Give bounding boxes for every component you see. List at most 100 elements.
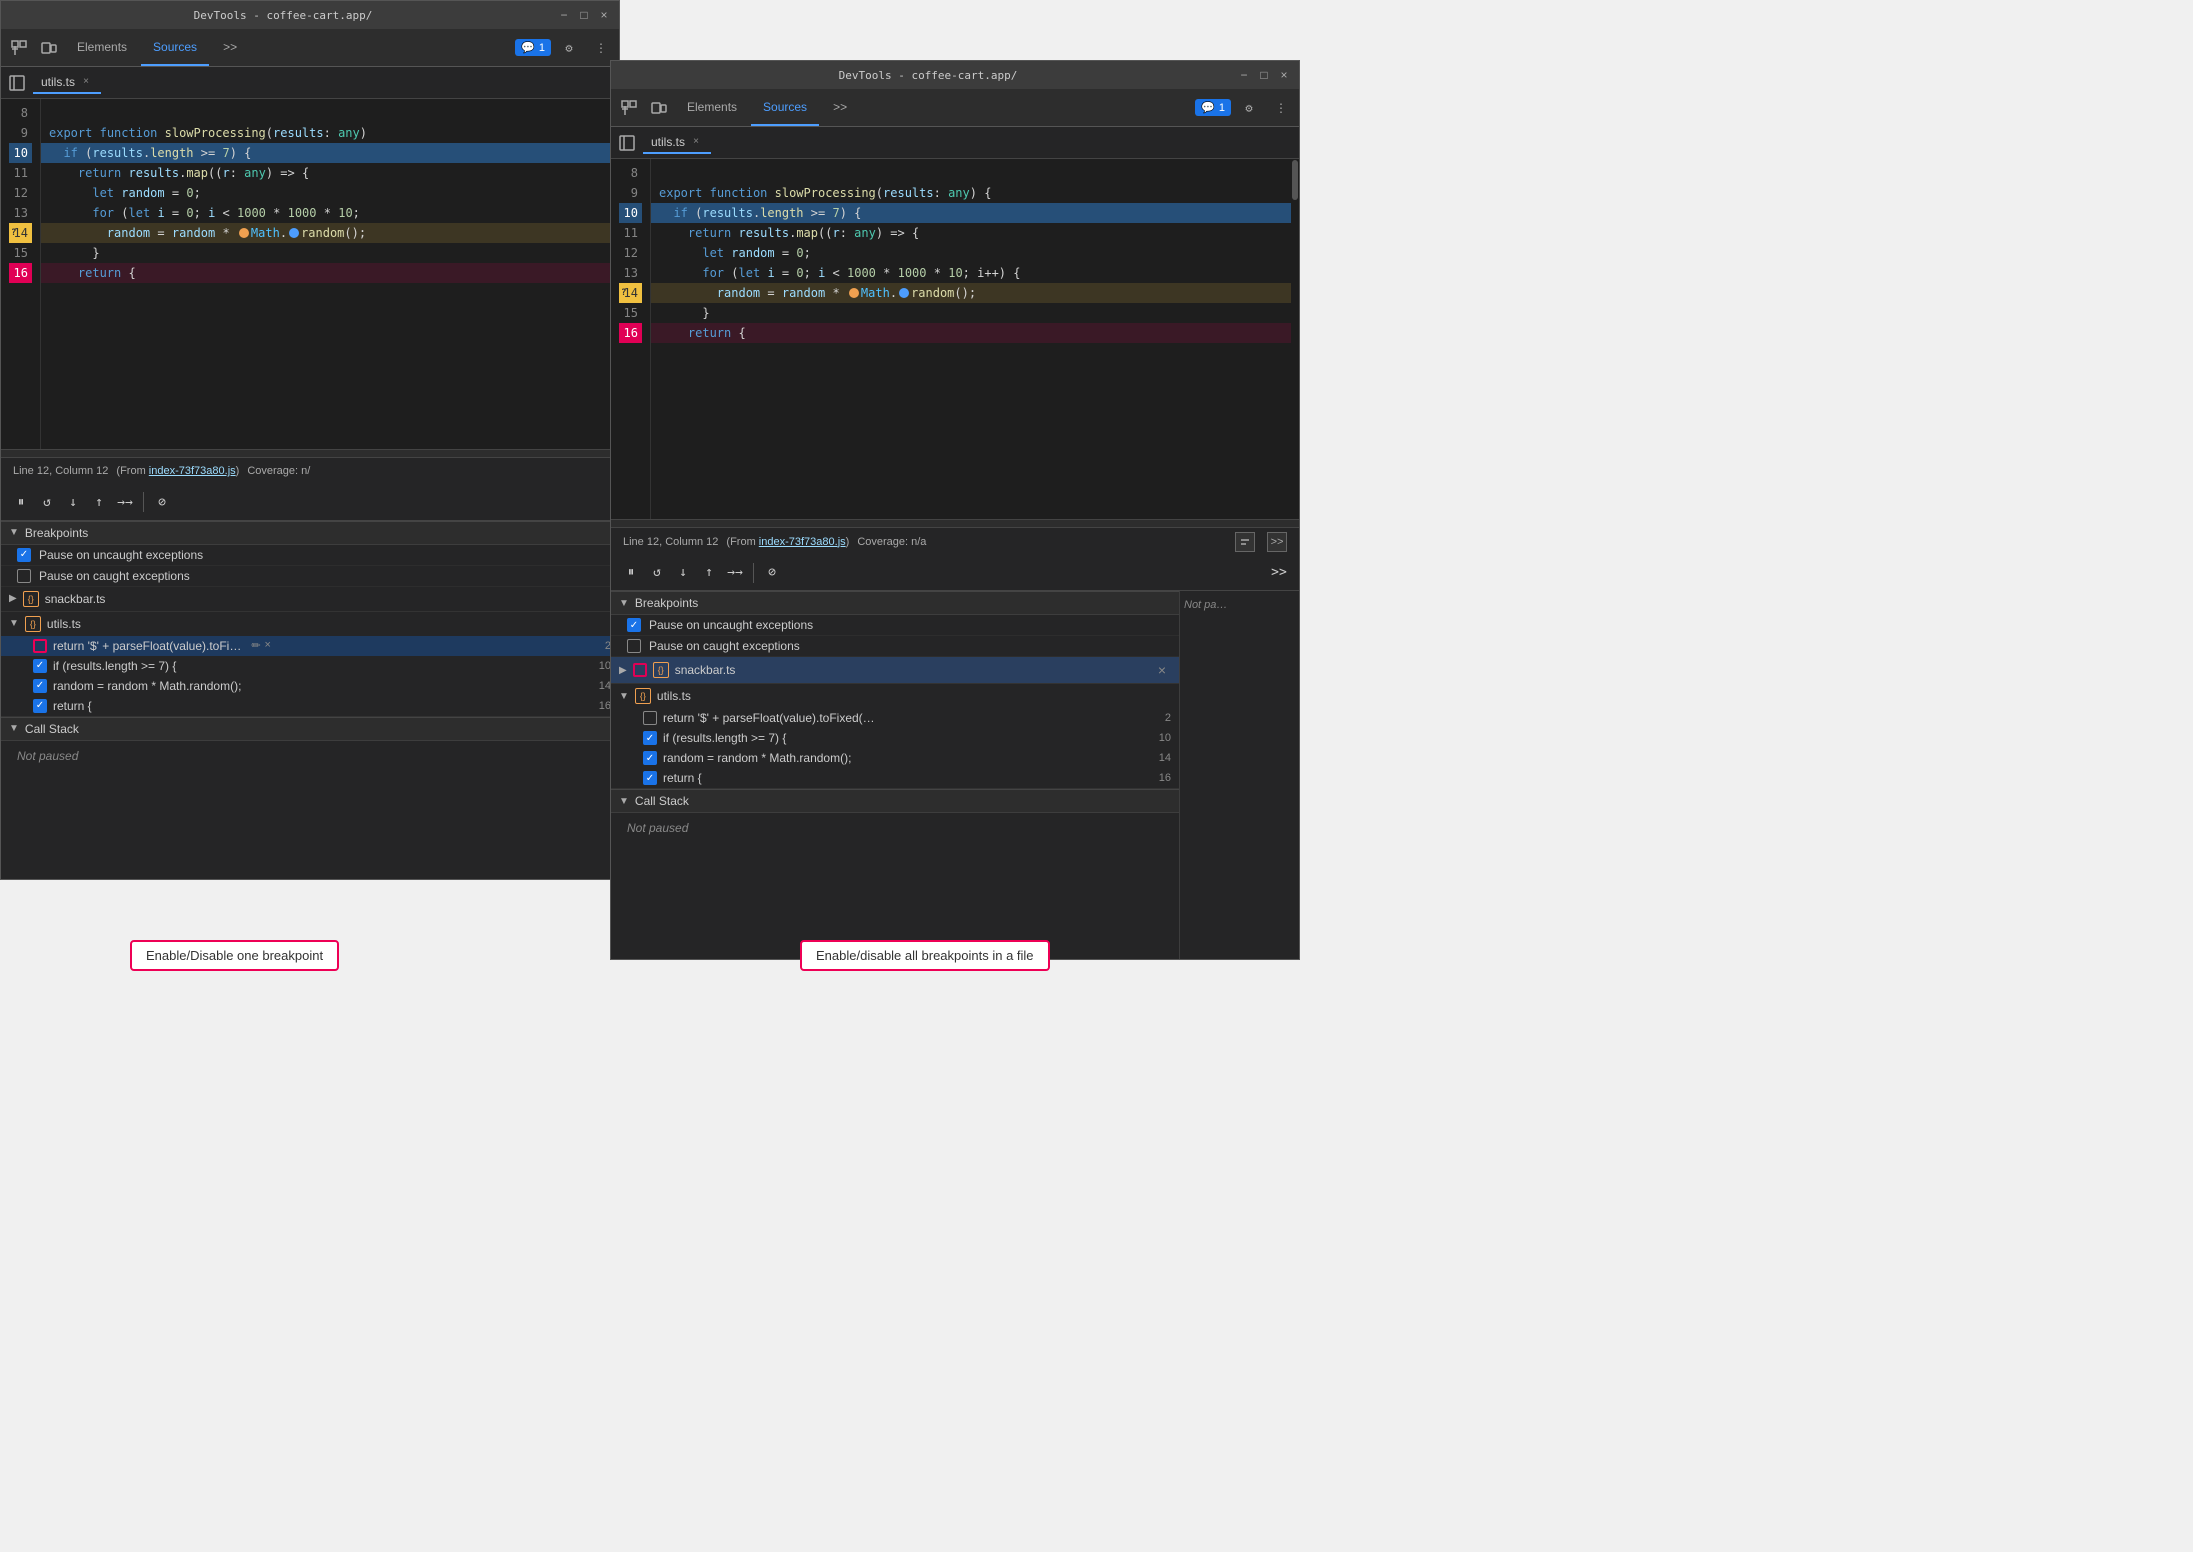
more-icon-2[interactable]: ⋮	[1267, 94, 1295, 122]
call-stack-header-2[interactable]: ▼ Call Stack	[611, 790, 1179, 813]
step-out-btn-1[interactable]: →→	[113, 490, 137, 514]
code-content-2: 8 9 10 11 12 13 ?14 15 16 export functio…	[611, 159, 1299, 519]
bp-cb-return-brace-1[interactable]: ✓	[33, 699, 47, 713]
pause-caught-1[interactable]: Pause on caught exceptions	[1, 566, 619, 587]
device-icon[interactable]	[35, 34, 63, 62]
bp-edit-pencil-1[interactable]: ✏	[251, 639, 260, 652]
bp-item-return-dollar-2[interactable]: return '$' + parseFloat(value).toFixed(……	[611, 708, 1179, 728]
pause-caught-cb-2[interactable]	[627, 639, 641, 653]
pause-btn-2[interactable]: ⏸	[619, 561, 643, 585]
pause-btn-1[interactable]: ⏸	[9, 490, 33, 514]
snackbar-close-btn-2[interactable]: ×	[1153, 661, 1171, 679]
call-stack-header-1[interactable]: ▼ Call Stack	[1, 718, 619, 741]
status-expand-btn-2[interactable]: >>	[1267, 532, 1287, 552]
close-button-1[interactable]: ×	[597, 8, 611, 22]
bp-item-return-brace-1[interactable]: ✓ return { 16	[1, 696, 619, 716]
step-out-btn-2[interactable]: →→	[723, 561, 747, 585]
device-icon-2[interactable]	[645, 94, 673, 122]
bp-item-if-results-1[interactable]: ✓ if (results.length >= 7) { 10	[1, 656, 619, 676]
resume-btn-2[interactable]: ↺	[645, 561, 669, 585]
call-stack-title-1: Call Stack	[25, 722, 79, 736]
bp-cb-if-results-2[interactable]: ✓	[643, 731, 657, 745]
file-tab-close-1[interactable]: ×	[79, 75, 93, 89]
tab-bar-right-1: 💬 1 ⚙ ⋮	[515, 34, 615, 62]
bp-cb-if-results-1[interactable]: ✓	[33, 659, 47, 673]
bp-item-return-dollar-1[interactable]: return '$' + parseFloat(value).toFi… ✏ ×…	[1, 636, 619, 656]
bp-item-return-brace-2[interactable]: ✓ return { 16	[611, 768, 1179, 788]
bp-group-snackbar-1: ▶ {} snackbar.ts	[1, 587, 619, 612]
h-scrollbar-2[interactable]	[611, 519, 1299, 527]
settings-icon-2[interactable]: ⚙	[1235, 94, 1263, 122]
status-link-1[interactable]: index-73f73a80.js	[149, 465, 236, 477]
v-scrollbar-2[interactable]	[1291, 159, 1299, 519]
bp-cb-random-1[interactable]: ✓	[33, 679, 47, 693]
pause-caught-cb-1[interactable]	[17, 569, 31, 583]
bp-group-header-utils-2[interactable]: ▼ {} utils.ts	[611, 684, 1179, 708]
bp-cb-return-dollar-1[interactable]	[33, 639, 47, 653]
message-badge-1[interactable]: 💬 1	[515, 39, 551, 56]
tab-elements[interactable]: Elements	[65, 29, 139, 66]
bp-group-header-snackbar-1[interactable]: ▶ {} snackbar.ts	[1, 587, 619, 611]
snackbar-expand-icon-2: ▶	[619, 665, 627, 676]
resume-btn-1[interactable]: ↺	[35, 490, 59, 514]
step-over-btn-1[interactable]: ↓	[61, 490, 85, 514]
minimize-button-1[interactable]: −	[557, 8, 571, 22]
step-into-btn-2[interactable]: ↑	[697, 561, 721, 585]
bp-group-header-snackbar-2[interactable]: ▶ {} snackbar.ts ×	[611, 657, 1179, 683]
maximize-button-1[interactable]: □	[577, 8, 591, 22]
close-button-2[interactable]: ×	[1277, 68, 1291, 82]
tab-elements-2[interactable]: Elements	[675, 89, 749, 126]
breakpoints-header-2[interactable]: ▼ Breakpoints	[611, 592, 1179, 615]
bp-group-header-utils-1[interactable]: ▼ {} utils.ts	[1, 612, 619, 636]
line-num-12-2: 12	[619, 243, 642, 263]
file-tab-utils-1[interactable]: utils.ts ×	[33, 72, 101, 94]
inspect-icon[interactable]	[5, 34, 33, 62]
breakpoints-header-1[interactable]: ▼ Breakpoints	[1, 522, 619, 545]
bp-cb-random-2[interactable]: ✓	[643, 751, 657, 765]
bp-edit-close-1[interactable]: ×	[265, 639, 271, 652]
pause-uncaught-1[interactable]: ✓ Pause on uncaught exceptions	[1, 545, 619, 566]
tab-more-2[interactable]: >>	[821, 89, 859, 126]
deactivate-btn-2[interactable]: ⊘	[760, 561, 784, 585]
tab-sources[interactable]: Sources	[141, 29, 209, 66]
bp-cb-return-dollar-2[interactable]	[643, 711, 657, 725]
inspect-icon-2[interactable]	[615, 94, 643, 122]
line-num-14-2: ?14	[619, 283, 642, 303]
file-tab-close-2[interactable]: ×	[689, 135, 703, 149]
window-title-2: DevTools - coffee-cart.app/	[619, 69, 1237, 82]
sidebar-toggle-1[interactable]	[5, 71, 29, 95]
status-link-2[interactable]: index-73f73a80.js	[759, 536, 846, 548]
bp-item-random-1[interactable]: ✓ random = random * Math.random(); 14	[1, 676, 619, 696]
pause-uncaught-cb-2[interactable]: ✓	[627, 618, 641, 632]
bottom-panel-1: ▼ Breakpoints ✓ Pause on uncaught except…	[1, 521, 619, 880]
pause-uncaught-2[interactable]: ✓ Pause on uncaught exceptions	[611, 615, 1179, 636]
status-toggle-btn-2[interactable]	[1235, 532, 1255, 552]
code-lines-2[interactable]: export function slowProcessing(results: …	[651, 159, 1291, 519]
code-lines-1[interactable]: export function slowProcessing(results: …	[41, 99, 619, 449]
bp-item-if-results-2[interactable]: ✓ if (results.length >= 7) { 10	[611, 728, 1179, 748]
step-into-btn-1[interactable]: ↑	[87, 490, 111, 514]
sidebar-toggle-2[interactable]	[615, 131, 639, 155]
message-badge-2[interactable]: 💬 1	[1195, 99, 1231, 116]
status-from-1: (From index-73f73a80.js)	[116, 465, 239, 477]
maximize-button-2[interactable]: □	[1257, 68, 1271, 82]
line-num-9: 9	[9, 123, 32, 143]
pause-uncaught-cb-1[interactable]: ✓	[17, 548, 31, 562]
settings-icon-1[interactable]: ⚙	[555, 34, 583, 62]
more-icon-1[interactable]: ⋮	[587, 34, 615, 62]
tab-more[interactable]: >>	[211, 29, 249, 66]
h-scrollbar-1[interactable]	[1, 449, 619, 457]
snackbar-cb-2[interactable]	[633, 663, 647, 677]
bp-cb-return-brace-2[interactable]: ✓	[643, 771, 657, 785]
line-num-10: 10	[9, 143, 32, 163]
step-over-btn-2[interactable]: ↓	[671, 561, 695, 585]
minimize-button-2[interactable]: −	[1237, 68, 1251, 82]
bp-text-if-results-1: if (results.length >= 7) {	[53, 659, 176, 673]
snackbar-expand-icon-1: ▶	[9, 593, 17, 604]
expand-panel-btn-2[interactable]: >>	[1267, 561, 1291, 585]
bp-item-random-2[interactable]: ✓ random = random * Math.random(); 14	[611, 748, 1179, 768]
file-tab-utils-2[interactable]: utils.ts ×	[643, 132, 711, 154]
tab-sources-2[interactable]: Sources	[751, 89, 819, 126]
deactivate-btn-1[interactable]: ⊘	[150, 490, 174, 514]
pause-caught-2[interactable]: Pause on caught exceptions	[611, 636, 1179, 657]
